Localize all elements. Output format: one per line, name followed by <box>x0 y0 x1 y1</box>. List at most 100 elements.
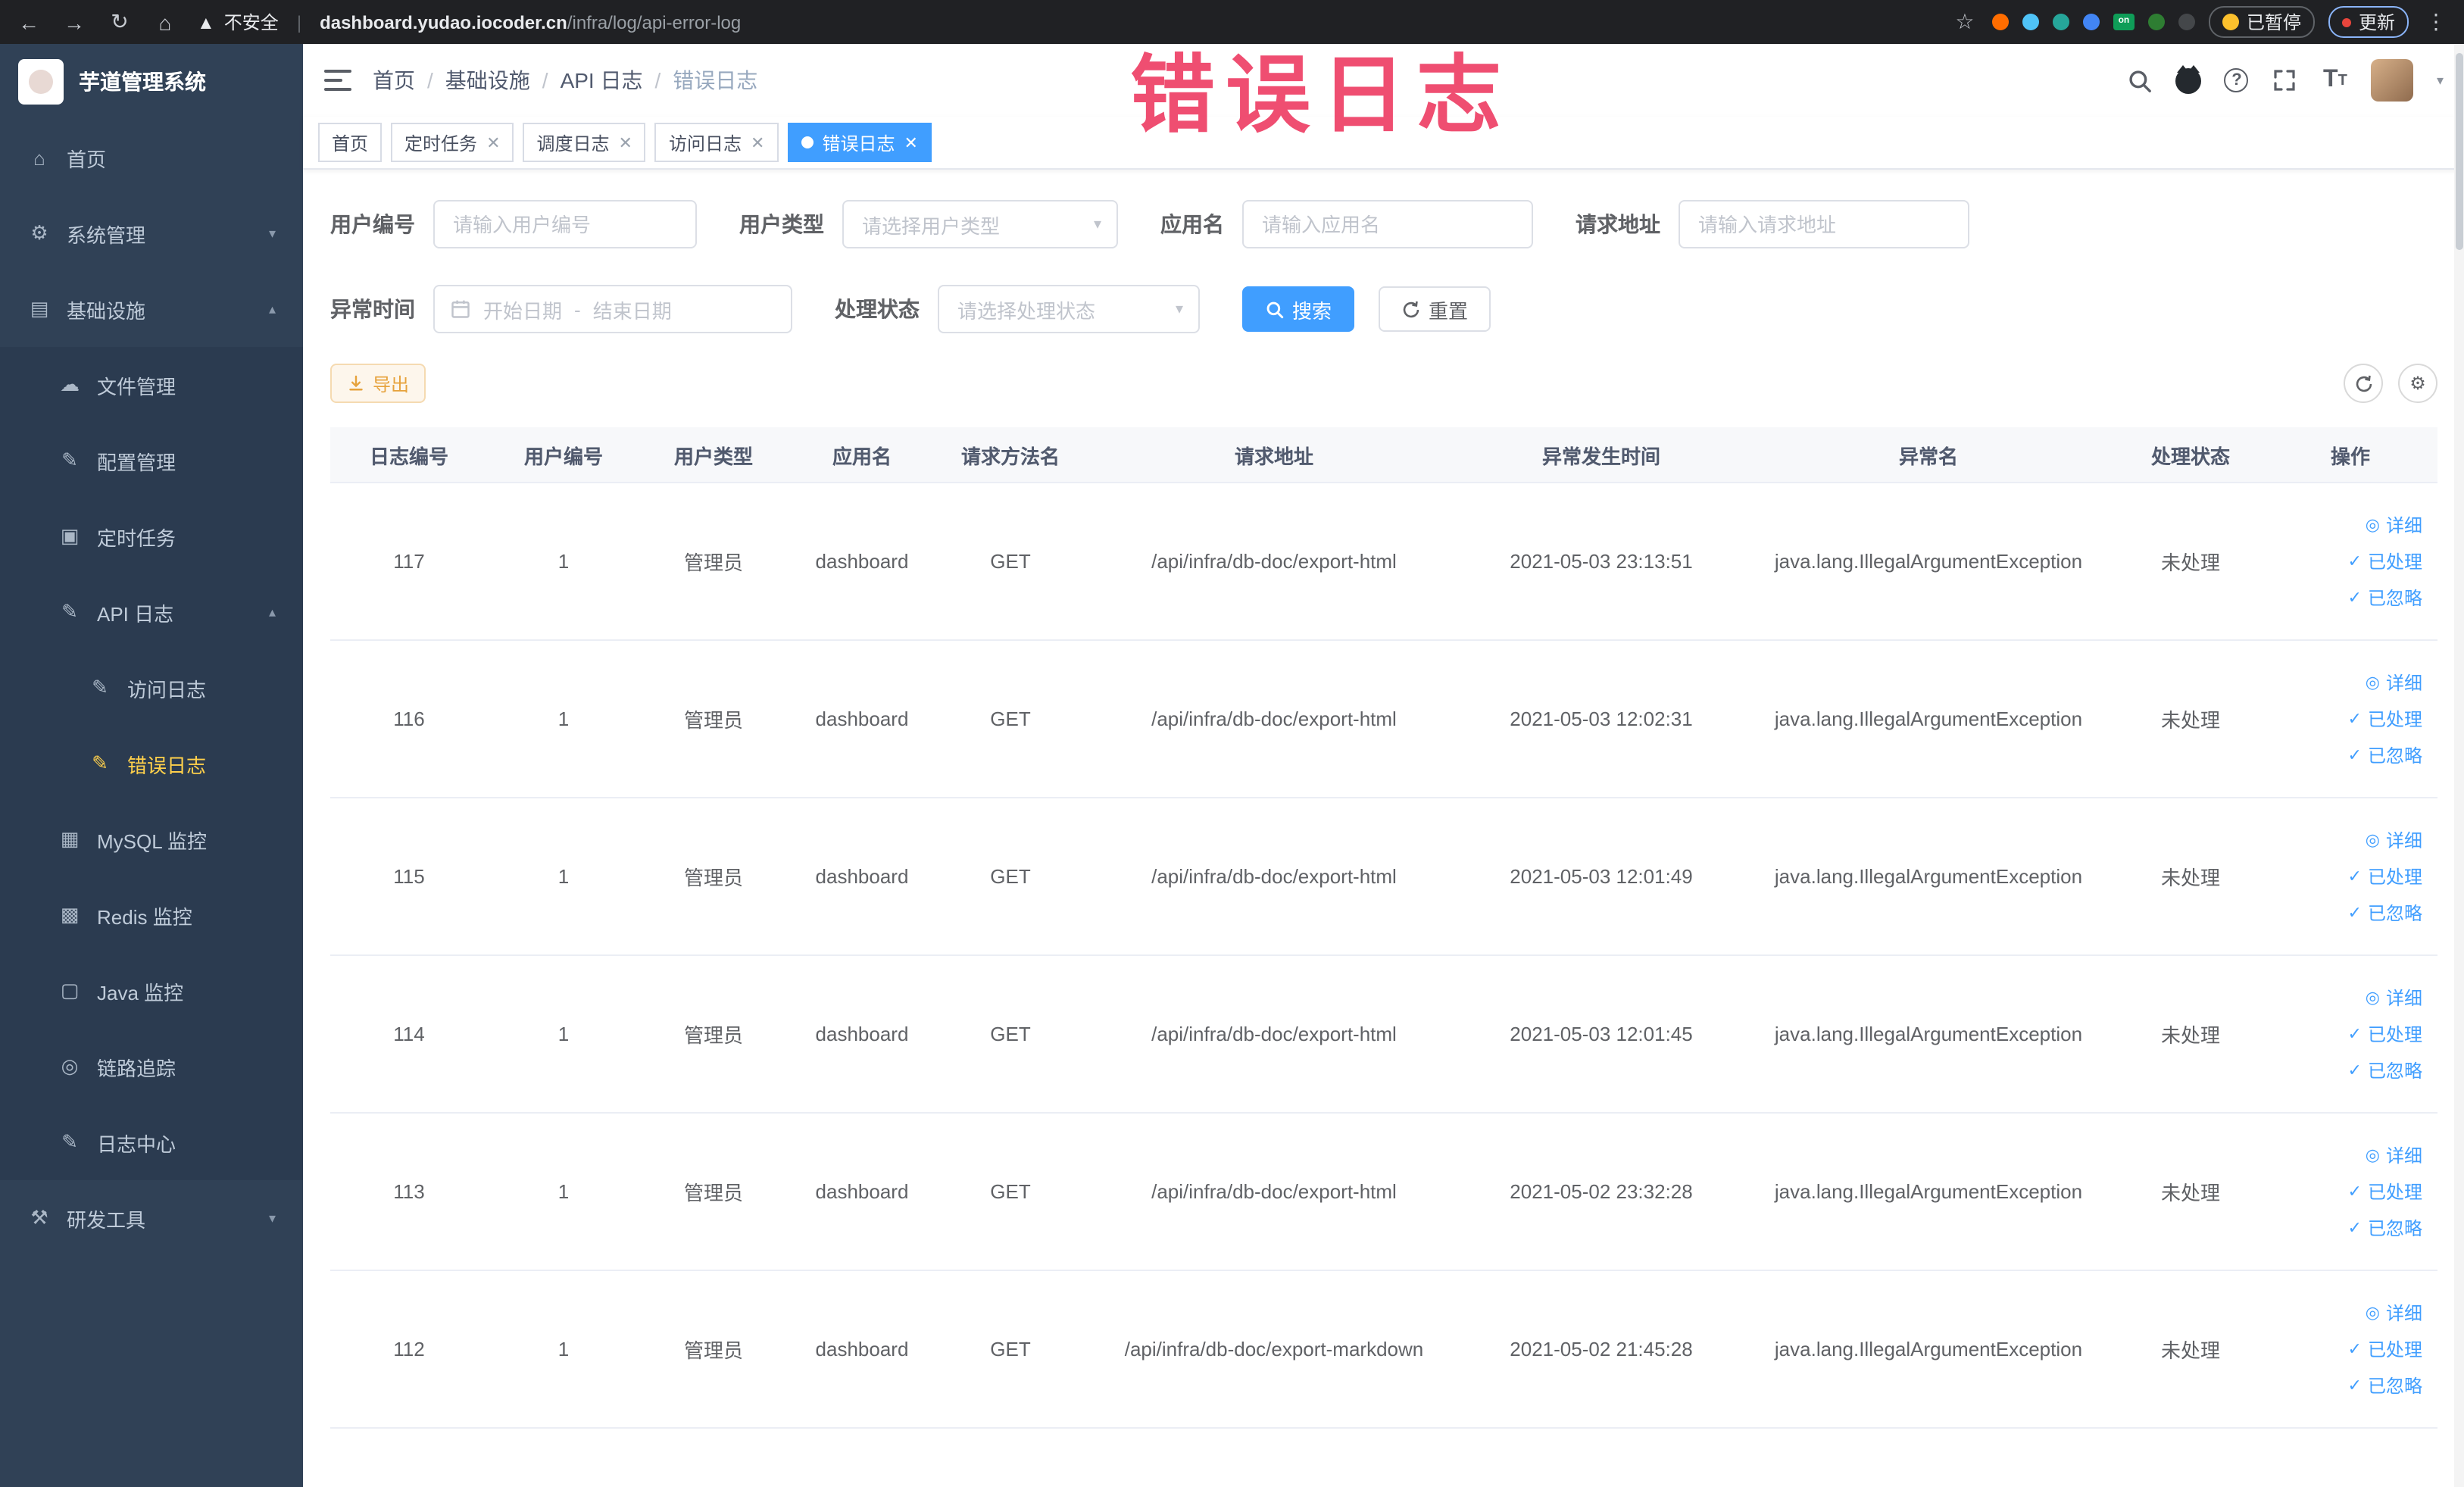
extension-icon[interactable]: on <box>2113 14 2135 30</box>
extension-icon[interactable] <box>2052 14 2069 30</box>
user-type-select[interactable]: 请选择用户类型 ▾ <box>842 200 1118 248</box>
breadcrumb-infrastructure[interactable]: 基础设施 <box>445 65 530 95</box>
detail-link[interactable]: ◎ 详细 <box>2366 827 2422 853</box>
date-range-picker[interactable]: 开始日期 - 结束日期 <box>433 285 792 333</box>
sidebar-item-home[interactable]: ⌂ 首页 <box>0 120 303 195</box>
search-button[interactable]: 搜索 <box>1242 286 1355 332</box>
column-settings-button[interactable]: ⚙ <box>2398 364 2437 403</box>
eye-icon: ◎ <box>2365 989 2380 1007</box>
close-icon[interactable]: ✕ <box>486 133 500 152</box>
app-name-input[interactable] <box>1242 200 1533 248</box>
search-icon[interactable] <box>2126 67 2153 94</box>
tab-schedule-log[interactable]: 调度日志 ✕ <box>523 123 646 162</box>
avatar[interactable] <box>2371 59 2414 102</box>
close-icon[interactable]: ✕ <box>751 133 764 152</box>
sidebar-item-tracing[interactable]: ◎ 链路追踪 <box>0 1029 303 1104</box>
detail-link[interactable]: ◎ 详细 <box>2366 985 2422 1011</box>
extensions-puzzle-icon[interactable] <box>2178 14 2195 30</box>
refresh-icon <box>1403 300 1419 317</box>
table-row: 113 1 管理员 dashboard GET /api/infra/db-do… <box>330 1114 2437 1271</box>
tab-access-log[interactable]: 访问日志 ✕ <box>654 123 779 162</box>
ignored-link[interactable]: ✓ 已忽略 <box>2348 585 2422 611</box>
sidebar-item-access-log[interactable]: ✎ 访问日志 <box>0 650 303 726</box>
sidebar-item-file-mgmt[interactable]: ☁ 文件管理 <box>0 347 303 423</box>
request-url-input[interactable] <box>1679 200 1969 248</box>
processed-link[interactable]: ✓ 已处理 <box>2348 1179 2422 1204</box>
ignored-link[interactable]: ✓ 已忽略 <box>2348 1373 2422 1398</box>
kebab-menu-icon[interactable]: ⋮ <box>2422 9 2450 35</box>
pencil-square-icon: ✎ <box>61 600 78 623</box>
bookmark-star-icon[interactable]: ☆ <box>1951 9 1978 35</box>
header-actions: ? TT ▾ <box>2126 59 2444 102</box>
sidebar-item-java-monitor[interactable]: ▢ Java 监控 <box>0 953 303 1029</box>
security-chip[interactable]: ▲︎ 不安全 <box>197 9 279 35</box>
ignored-link[interactable]: ✓ 已忽略 <box>2348 1215 2422 1241</box>
reset-button[interactable]: 重置 <box>1379 286 1491 332</box>
help-icon[interactable]: ? <box>2224 68 2249 92</box>
forward-icon[interactable]: → <box>61 10 88 34</box>
ignored-link[interactable]: ✓ 已忽略 <box>2348 742 2422 768</box>
back-icon[interactable]: ← <box>15 10 42 34</box>
sidebar-item-system-mgmt[interactable]: ⚙ 系统管理 ▾ <box>0 195 303 271</box>
paused-badge[interactable]: 已暂停 <box>2208 6 2315 38</box>
process-status-select[interactable]: 请选择处理状态 ▾ <box>938 285 1200 333</box>
exception-time-label: 异常时间 <box>330 297 415 321</box>
breadcrumb-api-log[interactable]: API 日志 <box>561 65 643 95</box>
tab-home[interactable]: 首页 <box>318 123 383 162</box>
github-icon[interactable] <box>2175 64 2202 93</box>
extension-icon[interactable] <box>1991 14 2009 30</box>
detail-link[interactable]: ◎ 详细 <box>2366 1300 2422 1326</box>
sidebar-item-api-log[interactable]: ✎ API 日志 ▴ <box>0 574 303 650</box>
sidebar-item-error-log[interactable]: ✎ 错误日志 <box>0 726 303 801</box>
update-button[interactable]: 更新 <box>2328 6 2409 38</box>
sidebar-item-infrastructure[interactable]: ▤ 基础设施 ▴ <box>0 271 303 347</box>
tab-scheduled-tasks[interactable]: 定时任务 ✕ <box>391 123 514 162</box>
cell-exception-time: 2021-05-03 12:01:49 <box>1510 865 1693 888</box>
detail-link[interactable]: ◎ 详细 <box>2366 512 2422 538</box>
sidebar: 芋道管理系统 ⌂ 首页 ⚙ 系统管理 ▾ ▤ 基础设施 ▴ ☁ 文件管理 ✎ 配… <box>0 44 303 1487</box>
processed-link[interactable]: ✓ 已处理 <box>2348 864 2422 889</box>
address-bar[interactable]: dashboard.yudao.iocoder.cn/infra/log/api… <box>320 11 1933 33</box>
close-icon[interactable]: ✕ <box>619 133 632 152</box>
ignored-link[interactable]: ✓ 已忽略 <box>2348 1057 2422 1083</box>
cell-method: GET <box>990 865 1031 888</box>
sidebar-item-redis-monitor[interactable]: ▩ Redis 监控 <box>0 877 303 953</box>
cell-user-id: 1 <box>557 1338 570 1360</box>
ignored-link[interactable]: ✓ 已忽略 <box>2348 900 2422 926</box>
hamburger-icon[interactable] <box>324 70 351 91</box>
sidebar-item-config-mgmt[interactable]: ✎ 配置管理 <box>0 423 303 498</box>
font-size-icon[interactable]: TT <box>2322 67 2349 94</box>
refresh-button[interactable] <box>2344 364 2383 403</box>
processed-link[interactable]: ✓ 已处理 <box>2348 548 2422 574</box>
processed-link[interactable]: ✓ 已处理 <box>2348 706 2422 732</box>
processed-link[interactable]: ✓ 已处理 <box>2348 1021 2422 1047</box>
scrollbar[interactable] <box>2454 44 2464 1487</box>
reload-icon[interactable]: ↻ <box>106 9 133 35</box>
home-icon[interactable]: ⌂ <box>151 10 179 34</box>
sidebar-item-mysql-monitor[interactable]: ▦ MySQL 监控 <box>0 801 303 877</box>
export-button[interactable]: 导出 <box>330 364 426 403</box>
detail-link[interactable]: ◎ 详细 <box>2366 670 2422 695</box>
extension-icon[interactable] <box>2082 14 2100 30</box>
cell-request-url: /api/infra/db-doc/export-html <box>1151 865 1397 888</box>
sidebar-item-scheduled-tasks[interactable]: ▣ 定时任务 <box>0 498 303 574</box>
pencil-icon: ✎ <box>61 1130 78 1153</box>
cell-app-name: dashboard <box>815 1180 909 1203</box>
fullscreen-icon[interactable] <box>2272 67 2299 94</box>
sidebar-item-dev-tools[interactable]: ⚒ 研发工具 ▾ <box>0 1180 303 1256</box>
tab-error-log[interactable]: 错误日志 ✕ <box>787 123 932 162</box>
breadcrumb-home[interactable]: 首页 <box>373 65 415 95</box>
detail-link[interactable]: ◎ 详细 <box>2366 1142 2422 1168</box>
extension-icon[interactable] <box>2022 14 2039 30</box>
user-id-input[interactable] <box>433 200 697 248</box>
chevron-down-icon: ▾ <box>268 225 276 240</box>
layers-icon: ▩ <box>60 903 80 926</box>
close-icon[interactable]: ✕ <box>904 133 917 152</box>
cell-request-url: /api/infra/db-doc/export-html <box>1151 550 1397 573</box>
sidebar-item-log-center[interactable]: ✎ 日志中心 <box>0 1104 303 1180</box>
processed-link[interactable]: ✓ 已处理 <box>2348 1336 2422 1362</box>
extension-icon[interactable] <box>2147 14 2165 30</box>
scrollbar-thumb[interactable] <box>2456 53 2463 250</box>
app-logo-row[interactable]: 芋道管理系统 <box>0 44 303 120</box>
caret-down-icon[interactable]: ▾ <box>2437 72 2444 89</box>
